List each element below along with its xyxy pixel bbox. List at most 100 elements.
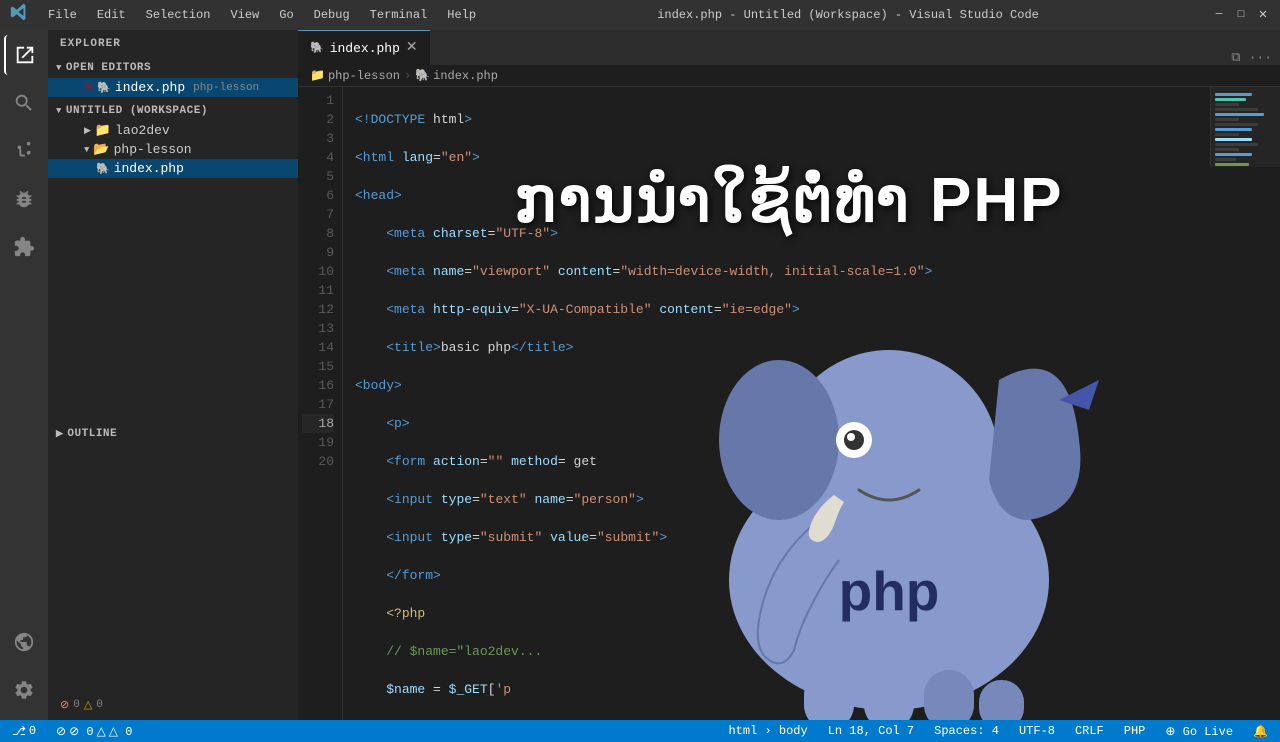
chevron-icon: ▼ [56,63,62,73]
status-bar: ⎇ 0 ⊘ ⊘ 0 △ △ 0 html › body Ln 18, Col 7… [0,720,1280,742]
minimap-line [1215,148,1239,151]
warning-icon: △ [97,724,106,739]
modified-icon: ✕ [84,81,93,95]
source-control-status[interactable]: ⎇ 0 [8,724,40,739]
tab-file-icon: 🐘 [310,41,324,55]
go-live-text: ⊕ Go Live [1165,724,1233,739]
error-status[interactable]: ⊘ ⊘ 0 △ △ 0 [52,724,136,739]
menu-file[interactable]: File [40,6,85,24]
window-controls: ─ □ ✕ [1212,8,1270,22]
minimap-line [1215,128,1252,131]
status-bar-left: ⎇ 0 ⊘ ⊘ 0 △ △ 0 [8,724,136,739]
language-status[interactable]: PHP [1120,724,1150,738]
chevron-icon: ▶ [56,429,63,439]
menu-terminal[interactable]: Terminal [362,6,436,24]
breadcrumb-item-index-php[interactable]: 🐘 index.php [415,68,498,83]
line-numbers: 12345 678910 1112131415 161718 1920 [298,87,343,720]
open-editor-filename: index.php [115,80,185,95]
workspace-label: Untitled (Workspace) [66,105,208,117]
minimap-line [1215,103,1239,106]
error-count: ⊘ 0 [69,724,93,739]
minimize-button[interactable]: ─ [1212,8,1226,22]
close-button[interactable]: ✕ [1256,8,1270,22]
warning-icon: △ [84,698,92,712]
bell-icon[interactable]: 🔔 [1249,724,1272,739]
line-ending-status[interactable]: CRLF [1071,724,1108,738]
tab-close-button[interactable]: ✕ [406,41,418,55]
code-editor[interactable]: <!DOCTYPE html> <html lang="en"> <head> … [343,87,1280,720]
source-control-icon[interactable] [4,131,44,171]
minimap-line [1215,138,1252,141]
minimap-line [1215,143,1258,146]
folder-icon: 📂 [93,142,109,157]
encoding-status[interactable]: UTF-8 [1015,724,1059,738]
settings-icon[interactable] [4,670,44,710]
extensions-icon[interactable] [4,227,44,267]
minimap-content [1211,87,1280,167]
minimap-line [1215,113,1264,116]
line-ending-text: CRLF [1075,724,1104,738]
split-editor-icon[interactable]: ⧉ [1231,50,1240,65]
debug-icon[interactable] [4,179,44,219]
activity-bar [0,30,48,720]
open-editors-section[interactable]: ▼ Open Editors [48,58,298,78]
branch-icon: ⎇ [12,724,26,739]
menu-edit[interactable]: Edit [89,6,134,24]
menu-debug[interactable]: Debug [306,6,358,24]
error-icon: ⊘ [60,698,69,712]
remote-icon[interactable] [4,622,44,662]
title-bar-left: File Edit Selection View Go Debug Termin… [10,3,484,27]
maximize-button[interactable]: □ [1234,8,1248,22]
editor-content[interactable]: 12345 678910 1112131415 161718 1920 <!DO… [298,87,1280,720]
bell-symbol: 🔔 [1253,724,1268,739]
more-actions-icon[interactable]: ··· [1249,50,1272,65]
minimap-line [1215,153,1252,156]
explorer-icon[interactable] [4,35,44,75]
folder-name: lao2dev [115,123,170,138]
folder-php-lesson[interactable]: ▼ 📂 php-lesson [48,140,298,159]
workspace-tree: ▶ 📁 lao2dev ▼ 📂 php-lesson 🐘 index.php [48,121,298,178]
file-index-php[interactable]: 🐘 index.php [48,159,298,178]
minimap-line [1215,158,1236,161]
search-icon[interactable] [4,83,44,123]
spaces-status[interactable]: Spaces: 4 [930,724,1003,738]
go-live-button[interactable]: ⊕ Go Live [1161,724,1237,739]
open-editor-index-php[interactable]: ✕ 🐘 index.php php-lesson [48,78,298,97]
breadcrumb-status[interactable]: html › body [724,724,811,738]
minimap-line [1215,98,1246,101]
breadcrumb-item-php-lesson[interactable]: 📁 php-lesson [310,68,400,83]
folder-lao2dev[interactable]: ▶ 📁 lao2dev [48,121,298,140]
spaces-text: Spaces: 4 [934,724,999,738]
outline-section[interactable]: ▶ Outline [48,424,298,444]
title-bar-title: index.php - Untitled (Workspace) - Visua… [484,8,1212,22]
breadcrumb-file-icon: 🐘 [415,68,430,83]
branch-name: 0 [29,724,36,738]
menu-view[interactable]: View [222,6,267,24]
encoding-text: UTF-8 [1019,724,1055,738]
error-icon: ⊘ [56,724,66,739]
minimap-line [1215,133,1239,136]
menu-go[interactable]: Go [271,6,301,24]
tab-index-php[interactable]: 🐘 index.php ✕ [298,30,430,65]
workspace-section[interactable]: ▼ Untitled (Workspace) [48,101,298,121]
warning-count: △ 0 [109,724,133,739]
minimap-line [1215,123,1258,126]
sidebar-bottom-status: ⊘ 0 △ 0 [48,690,298,720]
breadcrumb-icon: 📁 [310,68,325,83]
minimap [1210,87,1280,167]
menu-selection[interactable]: Selection [138,6,219,24]
outline-label: Outline [67,428,117,440]
menu-bar: File Edit Selection View Go Debug Termin… [40,6,484,24]
sidebar-header: Explorer [48,30,298,58]
chevron-icon: ▼ [56,106,62,116]
minimap-line [1215,118,1239,121]
line-col-status[interactable]: Ln 18, Col 7 [824,724,918,738]
status-bar-right: html › body Ln 18, Col 7 Spaces: 4 UTF-8… [724,724,1272,739]
menu-help[interactable]: Help [439,6,484,24]
main-layout: Explorer ▼ Open Editors ✕ 🐘 index.php ph… [0,30,1280,720]
language-text: PHP [1124,724,1146,738]
vscode-logo [10,3,28,27]
tab-label: index.php [330,41,400,56]
title-bar: File Edit Selection View Go Debug Termin… [0,0,1280,30]
breadcrumb-text: html › body [728,724,807,738]
